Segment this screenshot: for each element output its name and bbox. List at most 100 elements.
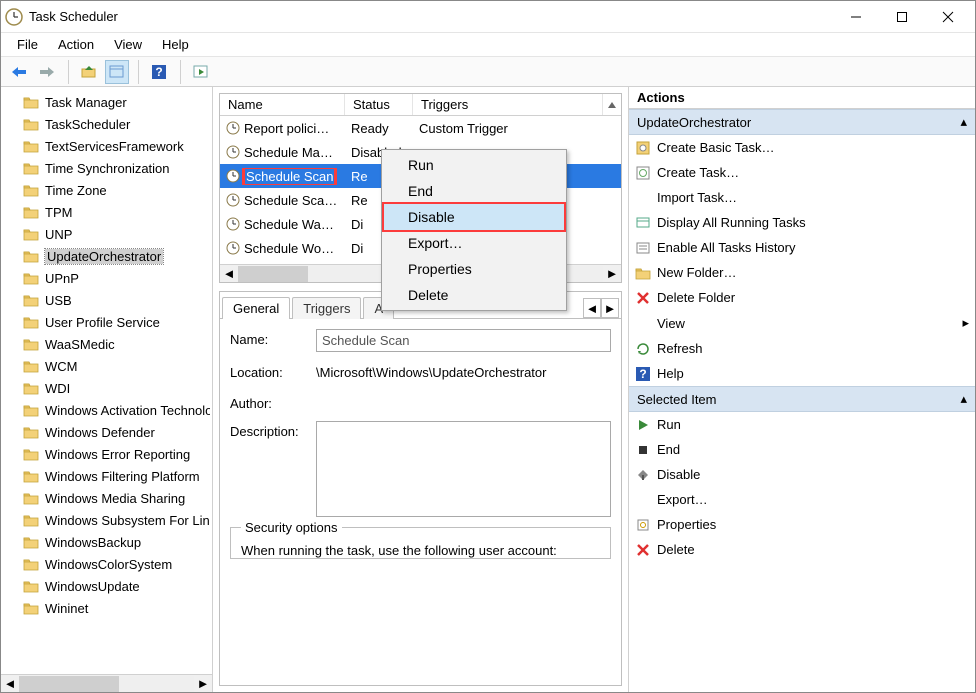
tree-item-label: WDI (45, 381, 70, 396)
actions-group-selected[interactable]: Selected Item ▴ (629, 386, 975, 412)
tree-item[interactable]: Windows Media Sharing (5, 487, 210, 509)
help-icon[interactable]: ? (147, 60, 171, 84)
folder-up-icon[interactable] (77, 60, 101, 84)
tree-item[interactable]: UNP (5, 223, 210, 245)
scroll-right-icon[interactable]: ► (603, 266, 621, 282)
tree-item[interactable]: UpdateOrchestrator (5, 245, 210, 267)
tree-item[interactable]: WDI (5, 377, 210, 399)
folder-tree[interactable]: Task ManagerTaskSchedulerTextServicesFra… (1, 87, 212, 674)
tree-item[interactable]: Task Manager (5, 91, 210, 113)
action-item[interactable]: Delete (629, 537, 975, 562)
context-menu-item[interactable]: Disable (384, 204, 564, 230)
tree-item[interactable]: Time Zone (5, 179, 210, 201)
tree-pane: Task ManagerTaskSchedulerTextServicesFra… (1, 87, 213, 692)
context-menu-item[interactable]: Export… (384, 230, 564, 256)
tree-item[interactable]: USB (5, 289, 210, 311)
task-triggers: Custom Trigger (413, 121, 621, 136)
tree-item-label: TPM (45, 205, 72, 220)
view-toggle-icon[interactable] (105, 60, 129, 84)
tree-item[interactable]: WindowsUpdate (5, 575, 210, 597)
wizard-icon (635, 140, 651, 156)
action-item[interactable]: Display All Running Tasks (629, 210, 975, 235)
tab-nav-right-icon[interactable]: ► (601, 298, 619, 318)
tree-item[interactable]: Windows Activation Technologies (5, 399, 210, 421)
tree-item[interactable]: Time Synchronization (5, 157, 210, 179)
actions-list: UpdateOrchestrator ▴ Create Basic Task… C… (629, 109, 975, 692)
menu-file[interactable]: File (7, 35, 48, 54)
tab-nav-left-icon[interactable]: ◄ (583, 298, 601, 318)
field-name[interactable]: Schedule Scan (316, 329, 611, 352)
action-item[interactable]: Import Task… (629, 185, 975, 210)
tab-triggers[interactable]: Triggers (292, 297, 361, 319)
action-item[interactable]: End (629, 437, 975, 462)
tree-item-label: WCM (45, 359, 78, 374)
action-item[interactable]: Disable (629, 462, 975, 487)
col-triggers[interactable]: Triggers (413, 94, 603, 115)
action-item[interactable]: Delete Folder (629, 285, 975, 310)
action-item[interactable]: Refresh (629, 336, 975, 361)
scroll-up-icon[interactable] (603, 100, 621, 110)
tree-item-label: Time Synchronization (45, 161, 170, 176)
col-name[interactable]: Name (220, 94, 345, 115)
context-menu-item[interactable]: Delete (384, 282, 564, 308)
action-item[interactable]: New Folder… (629, 260, 975, 285)
label-location: Location: (230, 362, 316, 380)
actions-group-update[interactable]: UpdateOrchestrator ▴ (629, 109, 975, 135)
action-item[interactable]: ?Help (629, 361, 975, 386)
field-description[interactable] (316, 421, 611, 517)
none-icon (635, 190, 651, 206)
tree-item[interactable]: UPnP (5, 267, 210, 289)
action-item[interactable]: Properties (629, 512, 975, 537)
menu-view[interactable]: View (104, 35, 152, 54)
task-name: Schedule Ma… (244, 145, 333, 160)
scroll-left-icon[interactable]: ◄ (1, 676, 19, 692)
task-name: Schedule Scan (244, 168, 335, 185)
svg-text:?: ? (639, 367, 646, 381)
tree-item[interactable]: TPM (5, 201, 210, 223)
action-item[interactable]: Export… (629, 487, 975, 512)
tree-item[interactable]: WindowsColorSystem (5, 553, 210, 575)
actions-pane: Actions UpdateOrchestrator ▴ Create Basi… (629, 87, 975, 692)
tree-item-label: WaaSMedic (45, 337, 115, 352)
action-item[interactable]: View▸ (629, 310, 975, 336)
action-item[interactable]: Create Basic Task… (629, 135, 975, 160)
minimize-button[interactable] (833, 1, 879, 33)
tree-item[interactable]: WindowsBackup (5, 531, 210, 553)
action-item[interactable]: Enable All Tasks History (629, 235, 975, 260)
tree-item-label: User Profile Service (45, 315, 160, 330)
menu-help[interactable]: Help (152, 35, 199, 54)
tree-item[interactable]: User Profile Service (5, 311, 210, 333)
back-button[interactable] (7, 60, 31, 84)
action-item[interactable]: Create Task… (629, 160, 975, 185)
context-menu-item[interactable]: End (384, 178, 564, 204)
chevron-right-icon: ▸ (962, 315, 969, 331)
tree-item[interactable]: WCM (5, 355, 210, 377)
tab-general[interactable]: General (222, 297, 290, 319)
action-label: Create Basic Task… (657, 140, 775, 155)
tree-item[interactable]: WaaSMedic (5, 333, 210, 355)
maximize-button[interactable] (879, 1, 925, 33)
action-item[interactable]: Run (629, 412, 975, 437)
tree-item[interactable]: TaskScheduler (5, 113, 210, 135)
close-button[interactable] (925, 1, 971, 33)
tree-item[interactable]: TextServicesFramework (5, 135, 210, 157)
menu-action[interactable]: Action (48, 35, 104, 54)
task-name: Report polici… (244, 121, 329, 136)
scroll-left-icon[interactable]: ◄ (220, 266, 238, 282)
tree-item[interactable]: Windows Filtering Platform (5, 465, 210, 487)
scroll-thumb[interactable] (238, 266, 308, 282)
tree-horizontal-scrollbar[interactable]: ◄ ► (1, 674, 212, 692)
context-menu-item[interactable]: Properties (384, 256, 564, 282)
tree-item[interactable]: Windows Error Reporting (5, 443, 210, 465)
context-menu-item[interactable]: Run (384, 152, 564, 178)
tree-item[interactable]: Wininet (5, 597, 210, 619)
run-task-icon[interactable] (189, 60, 213, 84)
forward-button[interactable] (35, 60, 59, 84)
scroll-thumb[interactable] (19, 676, 119, 692)
scroll-right-icon[interactable]: ► (194, 676, 212, 692)
tree-item[interactable]: Windows Subsystem For Linux (5, 509, 210, 531)
task-row[interactable]: Report polici…ReadyCustom Trigger (220, 116, 621, 140)
context-menu[interactable]: RunEndDisableExport…PropertiesDelete (381, 149, 567, 311)
tree-item[interactable]: Windows Defender (5, 421, 210, 443)
col-status[interactable]: Status (345, 94, 413, 115)
